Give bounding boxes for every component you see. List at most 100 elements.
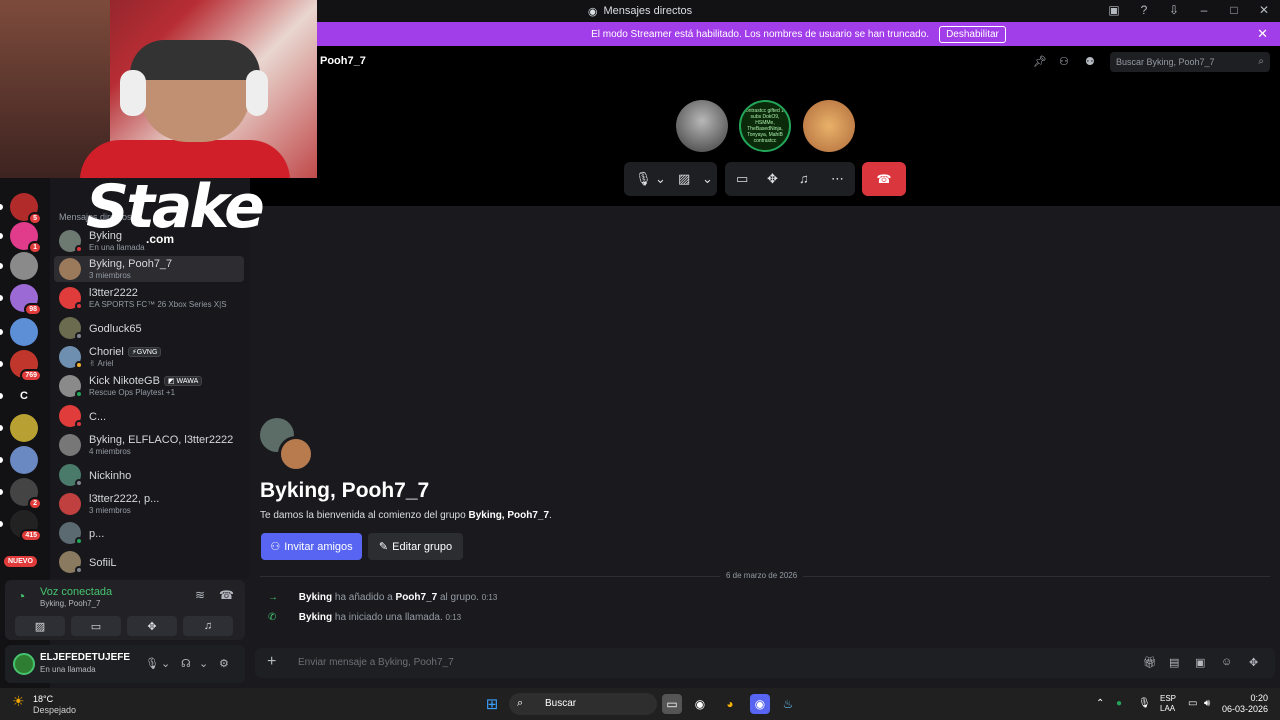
microphone-tray-icon[interactable]: 🎙︎ — [1138, 698, 1151, 709]
server-icon[interactable]: 769 — [10, 350, 42, 382]
server-icon[interactable] — [10, 414, 38, 442]
download-icon[interactable]: ⇩ — [1166, 3, 1182, 17]
server-icon[interactable] — [10, 446, 38, 474]
server-icon[interactable]: 1 — [10, 222, 42, 254]
dm-item[interactable]: SofiiL — [54, 549, 244, 575]
server-icon[interactable] — [10, 318, 38, 346]
chevron-up-icon[interactable]: ⌃ — [1096, 698, 1104, 709]
add-friends-icon[interactable]: ⚇ — [1059, 55, 1069, 68]
server-icon[interactable]: 98 — [10, 284, 42, 316]
group-name[interactable]: Pooh7_7 — [320, 55, 366, 67]
participant-avatar[interactable] — [803, 100, 855, 152]
weather-desc[interactable]: Despejado — [33, 705, 76, 715]
invite-friends-button[interactable]: ⚇ Invitar amigos — [261, 533, 362, 560]
message-user[interactable]: Byking — [299, 592, 332, 603]
signal-icon[interactable]: ◔ — [17, 588, 25, 604]
dm-item[interactable]: Choriel ⚡GVNG ✌ Ariel — [54, 344, 244, 370]
participant-avatar[interactable] — [676, 100, 728, 152]
server-icon[interactable]: 5 — [10, 193, 42, 225]
status-indicator — [75, 537, 83, 545]
attach-plus-icon[interactable]: + — [267, 653, 276, 671]
dm-item[interactable]: Byking, ELFLACO, l3tter2222 4 miembros — [54, 432, 244, 458]
message-composer[interactable]: + Enviar mensaje a Byking, Pooh7_7 🎁︎ ▤ … — [255, 648, 1275, 678]
status-indicator — [75, 332, 83, 340]
screen-share-button[interactable]: ▭ — [71, 616, 121, 636]
sticker-icon[interactable]: ▣ — [1195, 656, 1205, 669]
dm-item[interactable]: Byking, Pooh7_7 3 miembros — [54, 256, 244, 282]
participant-avatar[interactable]: contrastcc gifted 10 subs DokO9, HSMMe, … — [739, 100, 791, 152]
activities-icon[interactable]: ✥ — [767, 171, 778, 187]
noise-suppression-icon[interactable]: ≋ — [195, 588, 205, 602]
dm-name: SofiiL — [89, 557, 117, 569]
microphone-icon[interactable]: 🎙︎ — [145, 657, 159, 670]
volume-icon[interactable]: 🔊︎ — [1204, 698, 1210, 709]
server-icon[interactable] — [10, 252, 38, 280]
weather-temp[interactable]: 18°C — [33, 694, 53, 704]
apps-icon[interactable]: ✥ — [1249, 656, 1258, 669]
server-initial: C — [20, 390, 28, 402]
close-window-button[interactable]: ✕ — [1256, 3, 1272, 17]
camera-button[interactable]: ▨ — [15, 616, 65, 636]
message-text: al grupo. — [440, 592, 479, 603]
user-avatar[interactable] — [13, 653, 35, 675]
unread-pill — [0, 425, 3, 431]
gif-icon[interactable]: ▤ — [1169, 656, 1179, 669]
clock[interactable]: 0:20 06-03-2026 — [1222, 693, 1268, 715]
chevron-down-icon[interactable]: ⌄ — [199, 657, 208, 670]
windows-start-icon[interactable]: ⊞ — [482, 694, 502, 714]
message-target[interactable]: Pooh7_7 — [396, 592, 438, 603]
settings-gear-icon[interactable]: ⚙ — [219, 657, 229, 670]
dm-item[interactable]: C... — [54, 403, 244, 429]
disable-streamer-button[interactable]: Deshabilitar — [939, 25, 1006, 43]
soundboard-button[interactable]: ♫ — [183, 616, 233, 636]
soundboard-icon[interactable]: ♫ — [799, 171, 809, 186]
obs-icon[interactable]: ◉ — [690, 694, 710, 714]
activities-button[interactable]: ✥ — [127, 616, 177, 636]
inbox-icon[interactable]: ▣ — [1106, 3, 1122, 17]
more-options-icon[interactable]: ⋯ — [831, 171, 844, 187]
language-indicator[interactable]: ESP LAA — [1160, 694, 1176, 714]
microphone-icon[interactable]: 🎙︎ — [635, 171, 652, 187]
status-indicator — [75, 302, 83, 310]
hang-up-button[interactable]: ☎ — [862, 162, 906, 196]
dm-item[interactable]: Kick NikoteGB ◩ WAWA Rescue Ops Playtest +… — [54, 373, 244, 399]
headphones-icon[interactable]: ☊ — [181, 657, 191, 670]
chevron-down-icon[interactable]: ⌄ — [161, 657, 170, 670]
chevron-down-icon[interactable]: ⌄ — [702, 171, 713, 187]
disconnect-icon[interactable]: ☎ — [219, 588, 234, 602]
chrome-icon[interactable]: ◕ — [720, 694, 740, 714]
maximize-button[interactable]: □ — [1226, 3, 1242, 17]
screen-share-icon[interactable]: ▭ — [736, 171, 748, 187]
camera-off-icon[interactable]: ▨ — [678, 171, 690, 187]
voice-status[interactable]: Voz conectada — [40, 586, 112, 598]
task-view-icon[interactable]: ▭ — [662, 694, 682, 714]
status-dot-icon[interactable]: ● — [1116, 698, 1122, 709]
server-icon[interactable]: 2 — [10, 478, 42, 510]
discord-taskbar-icon[interactable]: ◉ — [750, 694, 770, 714]
user-name[interactable]: ELJEFEDETUJEFE — [40, 652, 130, 663]
search-input[interactable]: Buscar Byking, Pooh7_7 ⌕ — [1110, 52, 1270, 72]
weather-icon[interactable]: ☀ — [12, 693, 25, 710]
dm-item[interactable]: Nickinho — [54, 462, 244, 488]
dm-subtitle: 3 miembros — [89, 506, 131, 515]
dm-item[interactable]: l3tter2222 EA SPORTS FC™ 26 Xbox Series X… — [54, 285, 244, 311]
network-icon[interactable]: ▭ — [1188, 698, 1197, 709]
emoji-icon[interactable]: ☺ — [1221, 656, 1232, 668]
dm-item[interactable]: l3tter2222, p... 3 miembros — [54, 491, 244, 517]
minimize-button[interactable]: – — [1196, 3, 1212, 17]
dm-item[interactable]: Godluck65 — [54, 315, 244, 341]
pin-icon[interactable]: 📌︎ — [1033, 55, 1047, 68]
taskbar-search[interactable]: ⌕ Buscar — [509, 693, 657, 715]
edit-group-button[interactable]: ✎ Editar grupo — [368, 533, 463, 560]
steam-icon[interactable]: ♨ — [778, 694, 798, 714]
help-icon[interactable]: ? — [1136, 3, 1152, 17]
chevron-down-icon[interactable]: ⌄ — [655, 171, 666, 187]
close-banner-icon[interactable]: ✕ — [1257, 26, 1268, 42]
gift-icon[interactable]: 🎁︎ — [1143, 656, 1157, 669]
dm-name-text: Byking, ELFLACO, l3tter2222 — [89, 434, 234, 446]
dm-item[interactable]: p... — [54, 520, 244, 546]
message-user[interactable]: Byking — [299, 612, 332, 623]
server-icon[interactable]: 415 — [10, 510, 42, 542]
members-icon[interactable]: ⚉ — [1085, 55, 1095, 68]
server-icon[interactable]: C — [10, 382, 38, 410]
